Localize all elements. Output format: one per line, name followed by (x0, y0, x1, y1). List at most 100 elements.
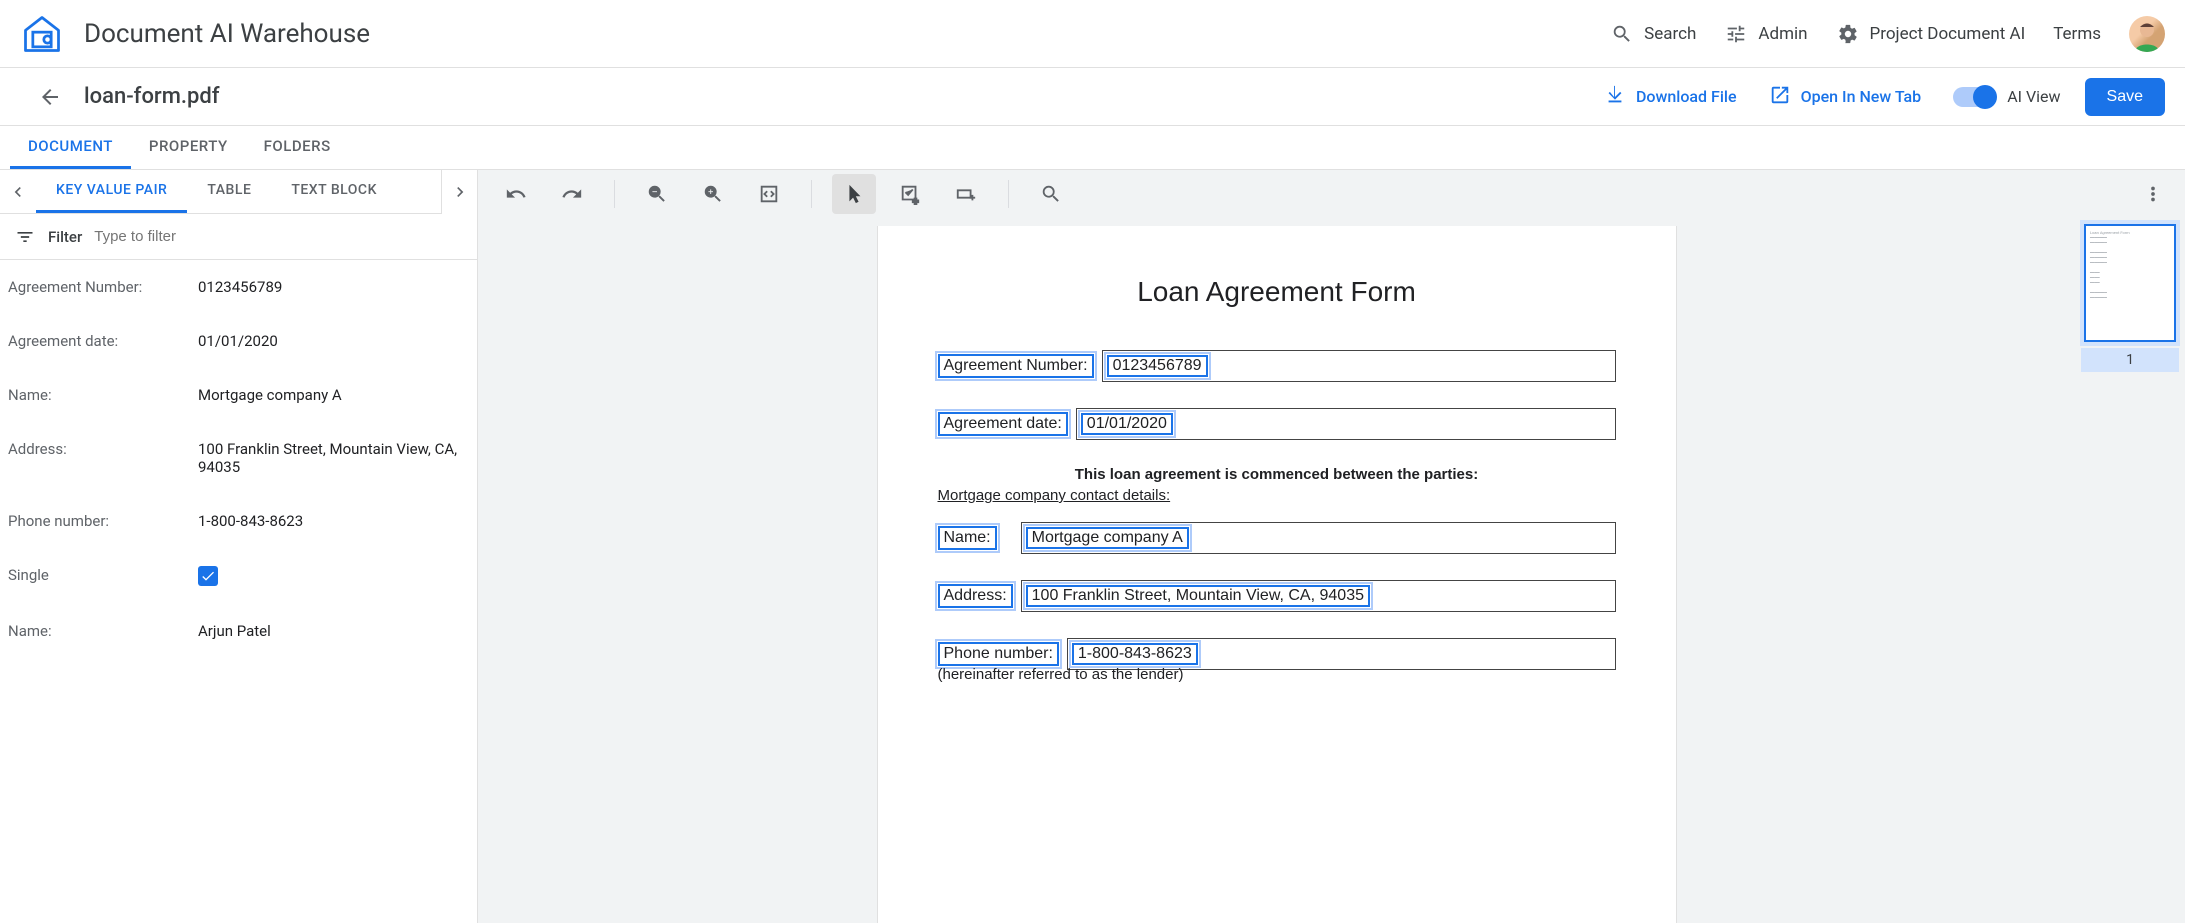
subtab-scroll-left[interactable] (0, 170, 36, 214)
filter-label: Filter (48, 228, 82, 246)
nav-search[interactable]: Search (1610, 22, 1696, 46)
form-field: 100 Franklin Street, Mountain View, CA, … (1021, 580, 1616, 612)
form-field: Mortgage company A (1021, 522, 1616, 554)
page-thumbnail-number: 1 (2081, 348, 2179, 372)
kv-value: Mortgage company A (198, 386, 469, 404)
page-thumbnail[interactable]: Loan Agreement Form━━━━━━━━━━━━━━━━━━━━━… (2084, 224, 2176, 342)
kv-list: Agreement Number: 0123456789 Agreement d… (0, 260, 477, 923)
form-field: 0123456789 (1102, 350, 1616, 382)
form-row-name: Name: Mortgage company A (938, 522, 1616, 554)
subtab-text-block[interactable]: TEXT BLOCK (271, 170, 397, 213)
kv-key: Agreement Number: (8, 278, 198, 296)
ai-view-toggle[interactable] (1953, 87, 1995, 107)
doc-scroll[interactable]: Loan Agreement Form Agreement Number: 01… (478, 218, 2075, 923)
add-box-button[interactable] (888, 174, 932, 214)
form-label[interactable]: Agreement Number: (938, 354, 1094, 378)
kv-row[interactable]: Phone number: 1-800-843-8623 (0, 494, 477, 548)
form-value[interactable]: 0123456789 (1107, 355, 1208, 377)
download-icon (1604, 84, 1626, 110)
kv-value: Arjun Patel (198, 622, 469, 640)
form-value[interactable]: 01/01/2020 (1081, 413, 1173, 435)
doc-area: Loan Agreement Form Agreement Number: 01… (478, 218, 2185, 923)
tab-property[interactable]: PROPERTY (131, 126, 246, 169)
form-row-agreement-number: Agreement Number: 0123456789 (938, 350, 1616, 382)
form-label[interactable]: Agreement date: (938, 412, 1068, 436)
download-button[interactable]: Download File (1604, 84, 1737, 110)
doc-viewer: Loan Agreement Form Agreement Number: 01… (478, 170, 2185, 923)
tab-document[interactable]: DOCUMENT (10, 126, 131, 169)
subtab-scroll-right[interactable] (441, 170, 477, 214)
nav-terms-label: Terms (2053, 24, 2101, 44)
add-label-button[interactable] (944, 174, 988, 214)
filter-row: Filter (0, 214, 477, 260)
open-new-tab-icon (1769, 84, 1791, 110)
thumbnail-column: Loan Agreement Form━━━━━━━━━━━━━━━━━━━━━… (2075, 218, 2185, 923)
zoom-out-button[interactable] (635, 174, 679, 214)
form-field: 01/01/2020 (1076, 408, 1616, 440)
form-row-agreement-date: Agreement date: 01/01/2020 (938, 408, 1616, 440)
filter-input[interactable] (94, 228, 463, 245)
kv-key: Phone number: (8, 512, 198, 530)
redo-button[interactable] (550, 174, 594, 214)
tune-icon (1724, 22, 1748, 46)
product-title: Document AI Warehouse (84, 19, 370, 49)
open-new-tab-label: Open In New Tab (1801, 87, 1922, 106)
form-label[interactable]: Name: (938, 526, 997, 550)
back-button[interactable] (30, 77, 70, 117)
kv-row[interactable]: Name: Mortgage company A (0, 368, 477, 422)
ai-view-label: AI View (2007, 87, 2060, 106)
kv-value: 01/01/2020 (198, 332, 469, 350)
form-label[interactable]: Address: (938, 584, 1013, 608)
form-row-address: Address: 100 Franklin Street, Mountain V… (938, 580, 1616, 612)
select-tool-button[interactable] (832, 174, 876, 214)
subtab-key-value-pair[interactable]: KEY VALUE PAIR (36, 170, 187, 213)
content-area: KEY VALUE PAIR TABLE TEXT BLOCK Filter A… (0, 170, 2185, 923)
kv-key: Single (8, 566, 198, 586)
nav-terms[interactable]: Terms (2053, 24, 2101, 44)
document-name: loan-form.pdf (84, 84, 220, 109)
nav-search-label: Search (1644, 24, 1696, 44)
kv-key: Name: (8, 622, 198, 640)
form-value[interactable]: 100 Franklin Street, Mountain View, CA, … (1026, 585, 1370, 607)
gear-icon (1836, 22, 1860, 46)
product-logo (20, 12, 64, 56)
page-canvas[interactable]: Loan Agreement Form Agreement Number: 01… (877, 226, 1677, 923)
doc-toolbar (478, 170, 2185, 218)
kv-row[interactable]: Agreement date: 01/01/2020 (0, 314, 477, 368)
form-label[interactable]: Phone number: (938, 642, 1059, 666)
toggle-knob (1973, 85, 1997, 109)
kv-row[interactable]: Address: 100 Franklin Street, Mountain V… (0, 422, 477, 494)
avatar[interactable] (2129, 16, 2165, 52)
ai-view-toggle-wrap: AI View (1953, 87, 2060, 107)
search-icon (1610, 22, 1634, 46)
nav-admin[interactable]: Admin (1724, 22, 1807, 46)
more-options-button[interactable] (2133, 174, 2173, 214)
form-value[interactable]: 1-800-843-8623 (1072, 643, 1198, 665)
nav-project[interactable]: Project Document AI (1836, 22, 2026, 46)
download-label: Download File (1636, 87, 1737, 106)
kv-key: Name: (8, 386, 198, 404)
main-tabs: DOCUMENT PROPERTY FOLDERS (0, 126, 2185, 170)
kv-value: 1-800-843-8623 (198, 512, 469, 530)
form-value[interactable]: Mortgage company A (1026, 527, 1189, 549)
kv-value: 100 Franklin Street, Mountain View, CA, … (198, 440, 469, 476)
kv-row[interactable]: Agreement Number: 0123456789 (0, 260, 477, 314)
sub-tabs: KEY VALUE PAIR TABLE TEXT BLOCK (0, 170, 477, 214)
kv-value (198, 566, 469, 586)
doc-subhead: This loan agreement is commenced between… (938, 466, 1616, 483)
search-doc-button[interactable] (1029, 174, 1073, 214)
code-view-button[interactable] (747, 174, 791, 214)
undo-button[interactable] (494, 174, 538, 214)
open-new-tab-button[interactable]: Open In New Tab (1769, 84, 1922, 110)
kv-row[interactable]: Single (0, 548, 477, 604)
nav-project-label: Project Document AI (1870, 24, 2026, 44)
app-bar: Document AI Warehouse Search Admin Proje… (0, 0, 2185, 68)
left-panel: KEY VALUE PAIR TABLE TEXT BLOCK Filter A… (0, 170, 478, 923)
kv-row[interactable]: Name: Arjun Patel (0, 604, 477, 658)
save-button[interactable]: Save (2085, 78, 2165, 116)
filter-icon (14, 226, 36, 248)
zoom-in-button[interactable] (691, 174, 735, 214)
tab-folders[interactable]: FOLDERS (246, 126, 349, 169)
subtab-table[interactable]: TABLE (187, 170, 271, 213)
doc-title: Loan Agreement Form (938, 276, 1616, 308)
